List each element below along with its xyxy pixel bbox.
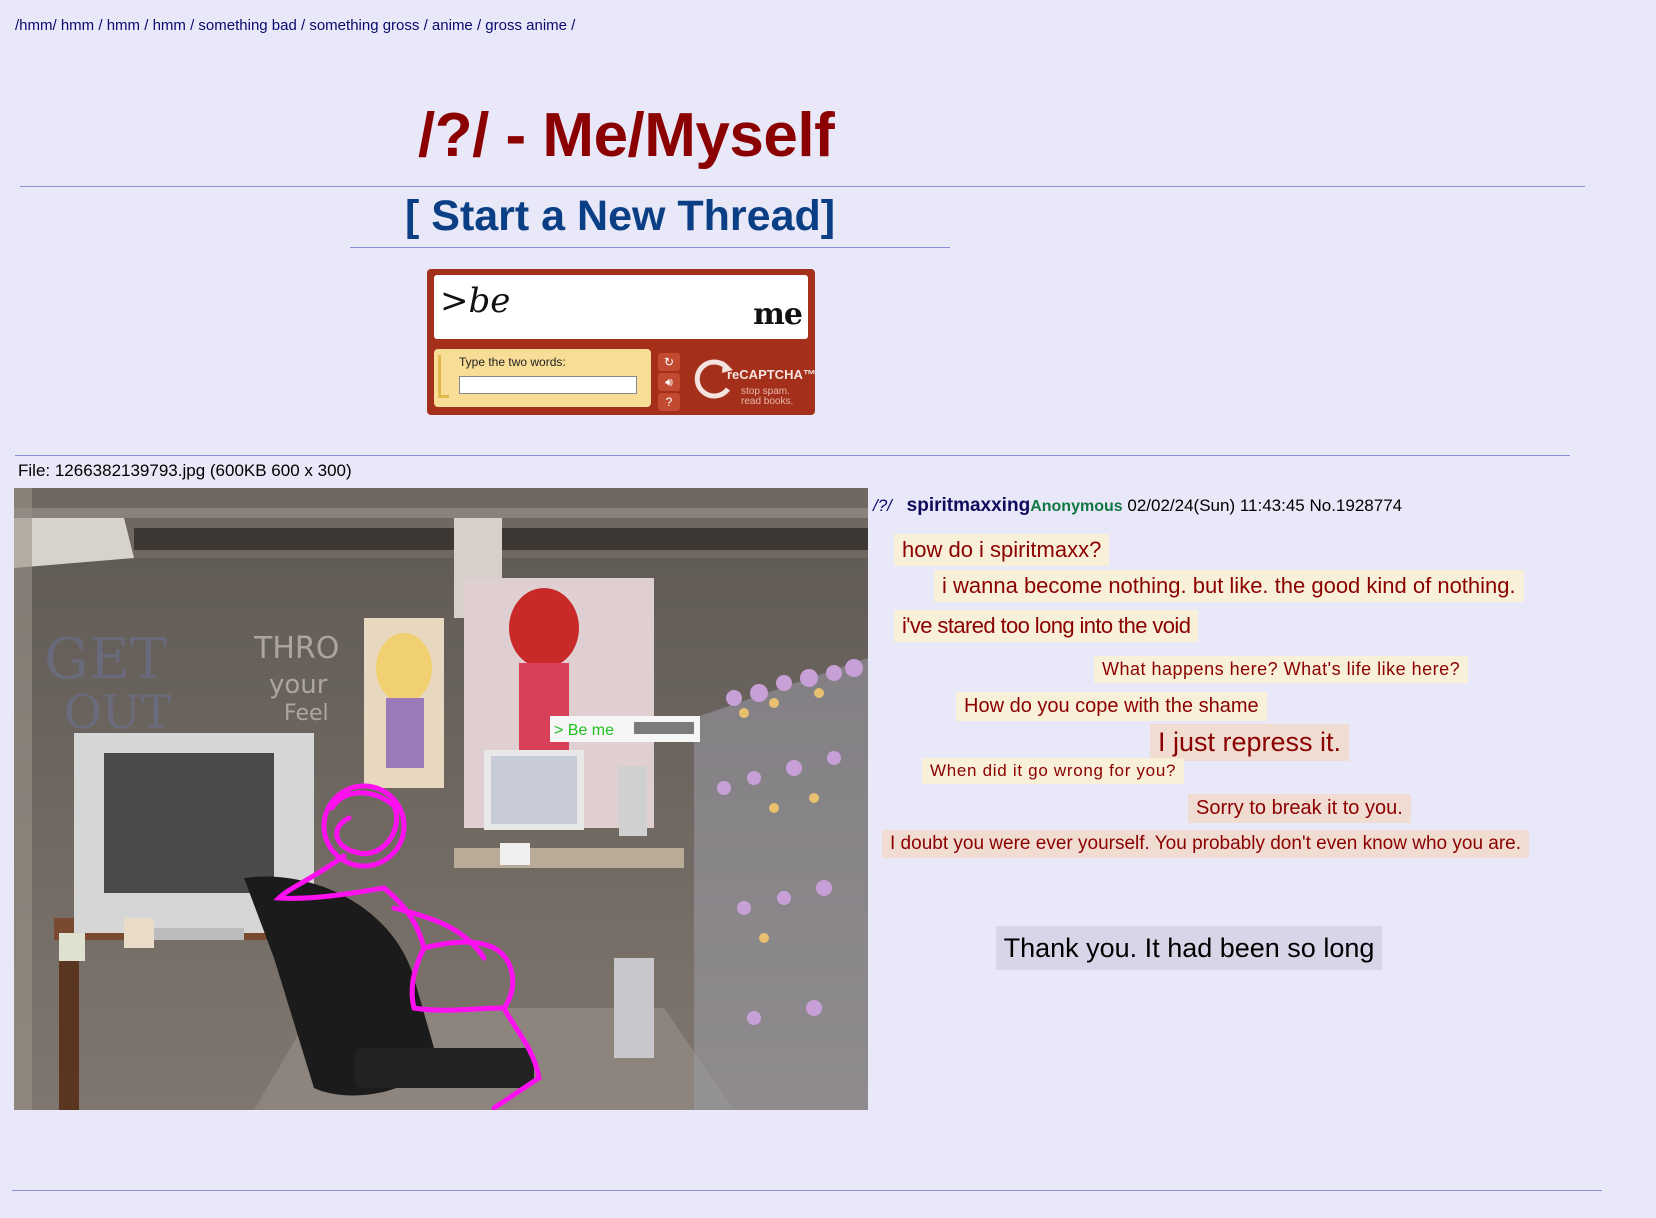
poster-name: Anonymous	[1030, 498, 1123, 515]
svg-text:Feel: Feel	[284, 701, 329, 726]
svg-text:your: your	[269, 670, 328, 700]
divider-new-thread	[350, 247, 950, 248]
post-subject: spiritmaxxing	[906, 495, 1031, 516]
post-line-8: Sorry to break it to you.	[1188, 794, 1411, 823]
post-line-3: i've stared too long into the void	[894, 610, 1199, 642]
nav-link-hmm-3[interactable]: hmm	[153, 17, 186, 34]
nav-link-anime[interactable]: anime	[432, 17, 473, 34]
post-line-2: i wanna become nothing. but like. the go…	[934, 570, 1524, 602]
nav-link-hmm-2[interactable]: hmm	[107, 17, 140, 34]
captcha-image: >be me	[434, 275, 808, 339]
captcha-response-box: Type the two words:	[434, 349, 651, 407]
post-image[interactable]: GET OUT THRO your Feel > Be me	[14, 488, 868, 1110]
captcha-label: Type the two words:	[459, 355, 566, 369]
nav-link-something-bad[interactable]: something bad	[198, 17, 296, 34]
recaptcha-logo-text: reCAPTCHA™	[727, 367, 816, 382]
help-icon[interactable]: ?	[658, 393, 680, 411]
refresh-icon[interactable]: ↻	[658, 353, 680, 371]
audio-icon[interactable]: 🔊︎	[658, 373, 680, 391]
captcha-widget: >be me Type the two words: ↻ 🔊︎ ? reCAPT…	[427, 269, 816, 415]
captcha-word-1: >be	[440, 281, 511, 321]
recaptcha-tagline: stop spam. read books.	[741, 386, 794, 407]
svg-text:OUT: OUT	[64, 685, 171, 739]
nav-link-gross-anime[interactable]: gross anime	[485, 17, 567, 34]
basement-room-picture: GET OUT THRO your Feel > Be me	[14, 488, 868, 1110]
post-line-1: how do i spiritmaxx?	[894, 534, 1110, 566]
post-line-7: When did it go wrong for you?	[922, 758, 1185, 784]
svg-text:GET: GET	[44, 627, 167, 692]
divider-captcha	[15, 455, 1570, 456]
file-info: File: 1266382139793.jpg (600KB 600 x 300…	[18, 461, 352, 480]
image-greentext: > Be me	[554, 722, 614, 739]
post-line-6: I just repress it.	[1150, 724, 1350, 761]
board-nav: /hmm/ hmm / hmm / hmm / something bad / …	[15, 17, 576, 34]
post-meta[interactable]: 02/02/24(Sun) 11:43:45 No.1928774	[1127, 496, 1402, 515]
board-title: /?/ - Me/Myself	[418, 101, 835, 170]
post-line-4: What happens here? What's life like here…	[1094, 656, 1469, 683]
nav-link-hmm-1[interactable]: hmm	[61, 17, 94, 34]
nav-link-something-gross[interactable]: something gross	[309, 17, 419, 34]
captcha-arrow-icon	[438, 355, 449, 398]
post-line-9: I doubt you were ever yourself. You prob…	[882, 830, 1530, 858]
post-line-5: How do you cope with the shame	[956, 692, 1267, 721]
post-board-tag[interactable]: /?/	[873, 496, 892, 515]
divider-top	[20, 186, 1585, 187]
nav-link-hmm-board[interactable]: /hmm/	[15, 17, 57, 34]
post-header: /?/ spiritmaxxingAnonymous 02/02/24(Sun)…	[873, 495, 1402, 517]
start-new-thread-link[interactable]: [ Start a New Thread]	[405, 192, 835, 241]
post-final-line: Thank you. It had been so long	[996, 926, 1382, 970]
captcha-input[interactable]	[459, 376, 637, 394]
svg-text:THRO: THRO	[253, 631, 339, 666]
divider-bottom	[12, 1190, 1602, 1191]
nav-trailing-slash: /	[571, 17, 576, 34]
captcha-word-2: me	[753, 297, 803, 332]
